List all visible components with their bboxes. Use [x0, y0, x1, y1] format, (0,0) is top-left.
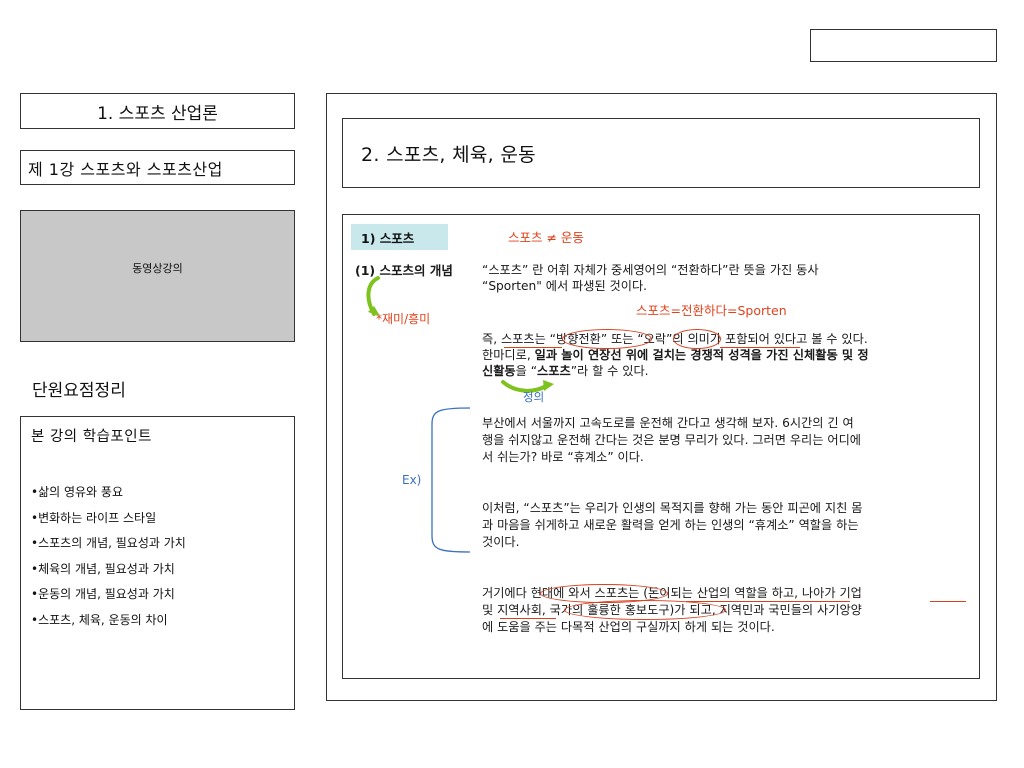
underline-mark	[686, 601, 850, 602]
course-title: 1. 스포츠 산업론	[97, 103, 218, 124]
top-right-box	[810, 29, 997, 62]
para4-line2: 과 마음을 쉬게하고 새로운 활력을 얻게 하는 인생의 “휴계소” 역할을 하…	[482, 518, 859, 532]
course-title-box: 1. 스포츠 산업론	[20, 93, 295, 129]
list-item: •스포츠의 개념, 필요성과 가치	[31, 536, 186, 550]
para3-line1: 부산에서 서울까지 고속도로를 운전해 간다고 생각해 보자. 6시간의 긴 여	[482, 416, 854, 430]
para3-line2: 행을 쉬지않고 운전해 간다는 것은 분명 무리가 있다. 그러면 우리는 어디…	[482, 433, 861, 447]
para5-line1: 거기에다 현대에 와서 스포츠는 (돈이되는 산업의 역할을 하고, 나아가 기…	[482, 586, 862, 600]
para4-line3: 것이다.	[482, 535, 520, 549]
list-item: •변화하는 라이프 스타일	[31, 510, 157, 525]
underline-mark	[930, 601, 966, 602]
video-lecture-label: 동영상강의	[132, 262, 183, 275]
circle-mark	[562, 329, 652, 349]
learning-points-title: 본 강의 학습포인트	[31, 429, 152, 445]
learning-points-list: •삶의 영유와 풍요 •변화하는 라이프 스타일 •스포츠의 개념, 필요성과 …	[31, 483, 186, 636]
learning-points-box: 본 강의 학습포인트 •삶의 영유와 풍요 •변화하는 라이프 스타일 •스포츠…	[20, 416, 295, 710]
formula-sporten: 스포츠=전환하다=Sporten	[636, 303, 787, 318]
list-item: •운동의 개념, 필요성과 가치	[31, 587, 175, 601]
lecture-title: 제 1강 스포츠와 스포츠산업	[28, 159, 223, 179]
side-note-fun: *재미/흥미	[376, 312, 431, 326]
para4-line1: 이처럼, “스포츠”는 우리가 인생의 목적지를 향해 가는 동안 피곤에 지친…	[482, 501, 863, 515]
list-item: •삶의 영유와 풍요	[31, 485, 123, 499]
lecture-title-box: 제 1강 스포츠와 스포츠산업	[20, 150, 295, 185]
underline-mark	[504, 347, 562, 348]
list-item: •스포츠, 체육, 운동의 차이	[31, 612, 168, 627]
tab-sports[interactable]: 1) 스포츠	[351, 224, 448, 250]
summary-heading: 단원요점정리	[32, 381, 126, 401]
para3-line3: 서 쉬는가? 바로 “휴계소” 이다.	[482, 450, 644, 464]
example-label: Ex)	[402, 473, 422, 487]
para5-line3: 에 도움을 주는 다목적 산업의 구실까지 하게 되는 것이다.	[482, 620, 775, 634]
tab-sports-label: 1) 스포츠	[361, 230, 415, 246]
section-title-box: 2. 스포츠, 체육, 운동	[342, 118, 980, 188]
circle-mark	[564, 600, 726, 620]
definition-label: 정의	[523, 390, 545, 404]
para2-line2: 한마디로, 일과 놀이 연장선 위에 걸치는 경쟁적 성격을 가진 신체활동 및…	[482, 348, 869, 362]
circle-mark	[673, 329, 721, 349]
bracket-icon	[431, 407, 471, 553]
underline-mark	[720, 347, 800, 348]
para1-line1: “스포츠” 란 어휘 자체가 중세영어의 “전환하다”란 뜻을 가진 동사	[482, 263, 819, 277]
video-lecture-button[interactable]: 동영상강의	[20, 210, 295, 342]
formula-not-equal: 스포츠 ≠ 운동	[508, 230, 584, 245]
section-title: 2. 스포츠, 체육, 운동	[361, 143, 536, 166]
para1-line2: “Sporten" 에서 파생된 것이다.	[482, 279, 648, 293]
list-item: •체육의 개념, 필요성과 가치	[31, 561, 175, 576]
underline-mark	[500, 618, 556, 619]
